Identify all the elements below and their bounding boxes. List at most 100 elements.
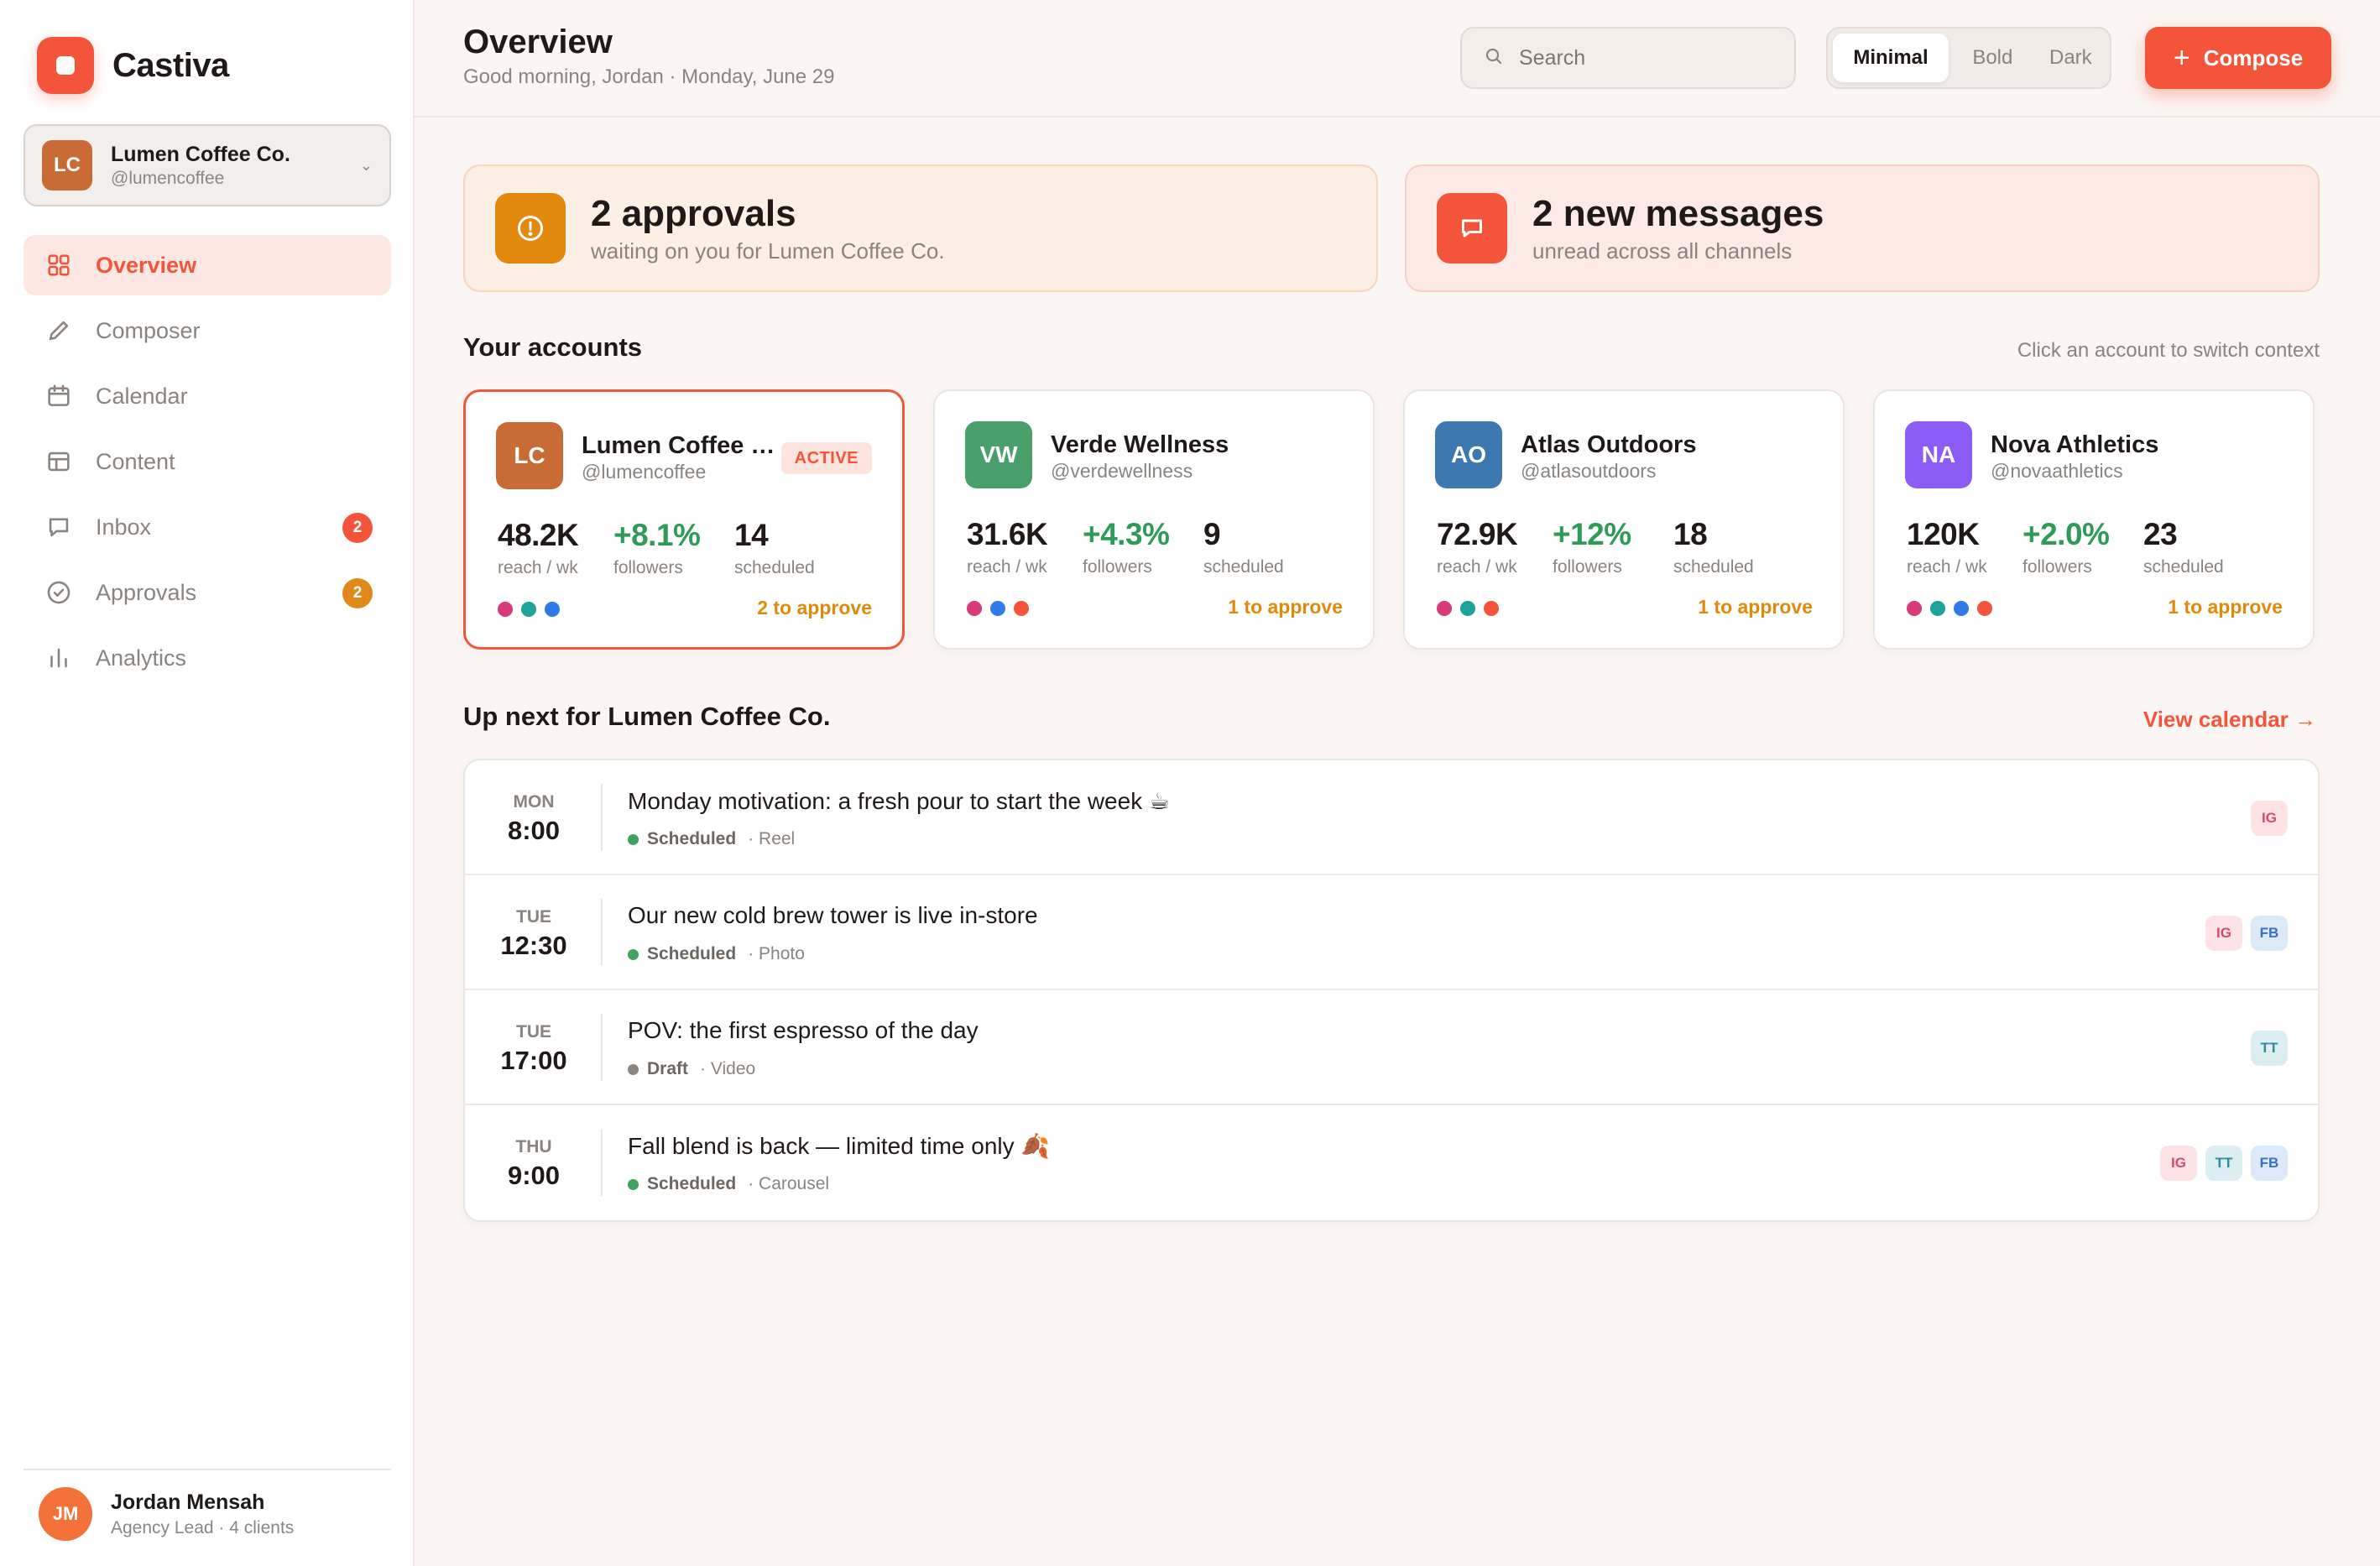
reach-label: reach / wk xyxy=(1437,557,1517,577)
scheduled-stat: 18 scheduled xyxy=(1673,517,1754,577)
pencil-icon xyxy=(44,316,74,346)
post-type: · Photo xyxy=(748,944,805,963)
sidebar-item-label: Inbox xyxy=(96,514,152,540)
page-title: Overview xyxy=(463,23,613,60)
sidebar-nav: Overview Composer Calendar Content Inbox 2 App… xyxy=(23,235,391,693)
bar-chart-icon xyxy=(44,643,74,673)
account-name: Lumen Coffee Co. xyxy=(111,142,290,166)
channel-chip-fb: FB xyxy=(2251,1146,2288,1181)
channel-dots xyxy=(1907,601,2001,616)
messages-subtext: unread across all channels xyxy=(1532,238,1793,264)
brand-logo-icon xyxy=(37,37,94,94)
compose-label: Compose xyxy=(2203,44,2304,70)
post-time: 8:00 xyxy=(507,816,561,845)
view-calendar-link[interactable]: View calendar → xyxy=(2143,707,2316,733)
scheduled-label: scheduled xyxy=(734,558,815,577)
account-handle: @lumencoffee xyxy=(582,461,707,483)
channel-chip-fb: FB xyxy=(2251,916,2288,951)
post-day: MON xyxy=(513,792,555,812)
sidebar-item-inbox[interactable]: Inbox 2 xyxy=(23,497,391,557)
post-status: Scheduled xyxy=(647,944,737,963)
theme-option-dark[interactable]: Dark xyxy=(2037,34,2105,82)
scheduled-value: 23 xyxy=(2143,517,2178,551)
account-name: Lumen Coffee Co. xyxy=(582,432,783,459)
channel-dot xyxy=(1484,601,1499,616)
account-card[interactable]: LC Lumen Coffee Co. @lumencoffee ACTIVE 48.2… xyxy=(463,389,905,650)
sidebar-item-overview[interactable]: Overview xyxy=(23,235,391,295)
layout-icon xyxy=(44,446,74,477)
sidebar-item-label: Content xyxy=(96,448,175,474)
sidebar-item-approvals[interactable]: Approvals 2 xyxy=(23,562,391,623)
post-row[interactable]: THU 9:00 Fall blend is back — limited time… xyxy=(465,1105,2318,1220)
account-name: Atlas Outdoors xyxy=(1521,431,1697,458)
approve-count: 1 to approve xyxy=(1228,596,1343,618)
channel-dot xyxy=(1977,601,1992,616)
account-avatar: LC xyxy=(42,140,92,191)
scheduled-label: scheduled xyxy=(2143,557,2224,577)
post-row[interactable]: MON 8:00 Monday motivation: a fresh pour t… xyxy=(465,760,2318,875)
post-channels: TT xyxy=(2242,1031,2288,1066)
search-input[interactable] xyxy=(1519,45,1788,70)
topbar: Overview Good morning, Jordan · Monday, … xyxy=(415,0,2380,117)
account-card[interactable]: VW Verde Wellness @verdewellness 31.6K reach… xyxy=(933,389,1375,650)
followers-stat: +2.0% followers xyxy=(2022,517,2110,577)
channel-chip-ig: IG xyxy=(2160,1146,2197,1181)
nav-badge: 2 xyxy=(342,578,373,608)
user-profile[interactable]: JM Jordan Mensah Agency Lead · 4 clients xyxy=(23,1469,391,1541)
upnext-title: Up next for Lumen Coffee Co. xyxy=(463,702,831,731)
page-subtitle: Good morning, Jordan · Monday, June 29 xyxy=(463,65,835,88)
user-avatar: JM xyxy=(39,1487,92,1541)
approvals-alert[interactable]: 2 approvals waiting on you for Lumen Cof… xyxy=(463,164,1378,292)
account-avatar: LC xyxy=(496,422,563,489)
channel-chip-tt: TT xyxy=(2251,1031,2288,1066)
approve-count: 1 to approve xyxy=(1698,596,1813,618)
row-divider xyxy=(601,1129,603,1196)
reach-value: 31.6K xyxy=(967,517,1048,551)
channel-dot xyxy=(1437,601,1452,616)
calendar-icon xyxy=(44,381,74,411)
reach-stat: 120K reach / wk xyxy=(1907,517,1987,577)
account-switcher[interactable]: LC Lumen Coffee Co. @lumencoffee ⌄ xyxy=(23,124,391,206)
followers-value: +4.3% xyxy=(1083,517,1170,551)
account-card[interactable]: NA Nova Athletics @novaathletics 120K reach … xyxy=(1873,389,2315,650)
post-time: 12:30 xyxy=(500,931,567,960)
post-channels: IG xyxy=(2242,801,2288,836)
account-handle: @atlasoutdoors xyxy=(1521,460,1657,482)
brand[interactable]: Castiva xyxy=(37,37,229,94)
followers-value: +12% xyxy=(1553,517,1631,551)
account-handle: @lumencoffee xyxy=(111,168,225,188)
message-icon xyxy=(1437,193,1507,264)
scheduled-stat: 23 scheduled xyxy=(2143,517,2224,577)
account-card[interactable]: AO Atlas Outdoors @atlasoutdoors 72.9K reach… xyxy=(1403,389,1845,650)
account-name: Verde Wellness xyxy=(1051,431,1229,458)
sidebar-item-content[interactable]: Content xyxy=(23,431,391,492)
chevron-down-icon: ⌄ xyxy=(359,156,373,174)
messages-alert[interactable]: 2 new messages unread across all channel… xyxy=(1405,164,2320,292)
reach-value: 48.2K xyxy=(498,518,579,552)
reach-stat: 31.6K reach / wk xyxy=(967,517,1048,577)
sidebar-item-analytics[interactable]: Analytics xyxy=(23,628,391,688)
channel-chip-ig: IG xyxy=(2205,916,2242,951)
search-box[interactable] xyxy=(1460,27,1796,89)
sidebar-item-calendar[interactable]: Calendar xyxy=(23,366,391,426)
post-row[interactable]: TUE 17:00 POV: the first espresso of the d… xyxy=(465,990,2318,1105)
reach-value: 120K xyxy=(1907,517,1980,551)
followers-stat: +12% followers xyxy=(1553,517,1631,577)
scheduled-value: 9 xyxy=(1203,517,1221,551)
active-badge: ACTIVE xyxy=(780,442,872,474)
channel-dot xyxy=(967,601,982,616)
search-icon xyxy=(1484,46,1504,70)
compose-button[interactable]: + Compose xyxy=(2145,27,2331,89)
post-row[interactable]: TUE 12:30 Our new cold brew tower is live … xyxy=(465,875,2318,990)
channel-dot xyxy=(545,602,560,617)
accounts-title: Your accounts xyxy=(463,332,643,362)
account-avatar: AO xyxy=(1435,421,1502,488)
post-channels: IG FB xyxy=(2197,916,2288,951)
post-title: Fall blend is back — limited time only 🍂 xyxy=(628,1133,1051,1159)
user-name: Jordan Mensah xyxy=(111,1490,265,1514)
sidebar-item-composer[interactable]: Composer xyxy=(23,300,391,361)
post-day: TUE xyxy=(516,1022,551,1041)
theme-option-bold[interactable]: Bold xyxy=(1954,34,2032,82)
followers-value: +2.0% xyxy=(2022,517,2110,551)
theme-option-minimal[interactable]: Minimal xyxy=(1833,34,1949,82)
